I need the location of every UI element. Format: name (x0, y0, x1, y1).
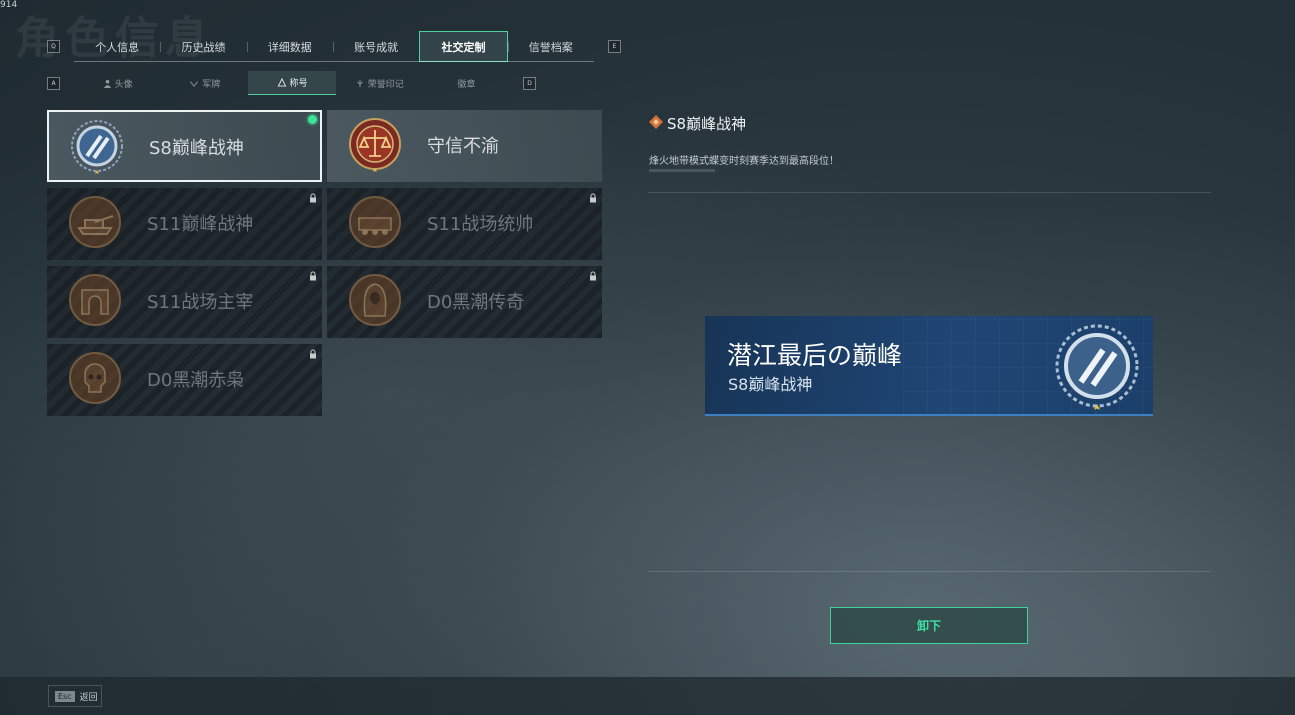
laurel-emblem-icon (71, 120, 123, 174)
subtab-avatar[interactable]: 头像 (74, 71, 161, 95)
title-card-keep-faith[interactable]: 守信不渝 (327, 110, 602, 182)
title-icon (277, 78, 286, 87)
subtab-left-key-hint: A (47, 77, 60, 90)
tab-reputation[interactable]: 信誉档案 (507, 31, 594, 62)
unequip-button[interactable]: 卸下 (830, 607, 1028, 644)
panel-divider-bottom (648, 571, 1211, 572)
dogtag-icon (190, 80, 199, 87)
title-name: S11战场主宰 (147, 292, 254, 313)
subtab-dogtag-label: 军牌 (202, 79, 221, 90)
subtab-badge[interactable]: 徽章 (423, 71, 510, 95)
main-tab-bar: 个人信息 历史战绩 详细数据 账号成就 社交定制 信誉档案 (74, 31, 594, 62)
tab-left-key-hint: Q (47, 40, 60, 53)
tab-history[interactable]: 历史战绩 (160, 31, 246, 62)
title-name: D0黑潮传奇 (427, 292, 525, 313)
title-card-s11-peak[interactable]: S11巅峰战神 (47, 188, 322, 260)
sub-tab-bar: 头像 军牌 称号 荣誉印记 徽章 (74, 71, 510, 95)
title-card-d0-legend[interactable]: D0黑潮传奇 (327, 266, 602, 338)
banner-bottom-line (705, 414, 1153, 416)
title-card-s11-commander[interactable]: S11战场统帅 (327, 188, 602, 260)
tab-divider (74, 61, 594, 62)
scales-emblem-icon (349, 118, 401, 172)
detail-progress-bar (649, 169, 715, 172)
subtab-title-label: 称号 (289, 79, 308, 89)
title-name: S11战场统帅 (427, 214, 534, 235)
tab-achievements[interactable]: 账号成就 (332, 31, 419, 62)
subtab-avatar-label: 头像 (114, 79, 133, 90)
title-card-d0-red-owl[interactable]: D0黑潮赤枭 (47, 344, 322, 416)
title-name: 守信不渝 (427, 136, 499, 157)
person-icon (103, 79, 111, 88)
diamond-icon (649, 115, 663, 129)
tab-social-custom[interactable]: 社交定制 (419, 31, 508, 62)
title-card-s8-peak[interactable]: S8巅峰战神 (47, 110, 322, 182)
title-banner-preview: 潜江最后の巅峰 S8巅峰战神 (705, 316, 1153, 416)
footer-bar (0, 677, 1295, 715)
detail-description: 烽火地带模式蝶变时刻赛季达到最高段位！ (649, 156, 839, 167)
subtab-badge-label: 徽章 (457, 79, 476, 90)
lock-icon (310, 193, 316, 203)
subtab-title[interactable]: 称号 (248, 71, 336, 95)
title-card-s11-dominator[interactable]: S11战场主宰 (47, 266, 322, 338)
detail-title: S8巅峰战神 (667, 115, 747, 133)
subtab-right-key-hint: D (523, 77, 536, 90)
tab-detailed-data[interactable]: 详细数据 (246, 31, 333, 62)
esc-key-hint: Esc (55, 690, 75, 702)
title-name: S11巅峰战神 (147, 214, 254, 235)
subtab-dogtag[interactable]: 军牌 (161, 71, 248, 95)
laurel-emblem-icon (1055, 324, 1139, 410)
back-button[interactable]: Esc 返回 (48, 685, 102, 707)
tank-emblem-icon (69, 196, 121, 248)
tab-personal-info[interactable]: 个人信息 (74, 31, 160, 62)
title-name: S8巅峰战神 (149, 138, 244, 159)
hooded-figure-emblem-icon (349, 274, 401, 326)
equipped-indicator (308, 115, 317, 124)
apc-emblem-icon (349, 196, 401, 248)
banner-title: 潜江最后の巅峰 (727, 341, 903, 370)
arch-emblem-icon (69, 274, 121, 326)
honor-icon (356, 79, 363, 87)
panel-divider-top (648, 192, 1211, 193)
tab-right-key-hint: E (608, 40, 621, 53)
back-label: 返回 (79, 692, 98, 703)
subtab-honor-mark[interactable]: 荣誉印记 (336, 71, 423, 95)
lock-icon (310, 271, 316, 281)
subtab-honor-label: 荣誉印记 (367, 79, 404, 90)
lock-icon (590, 271, 596, 281)
lock-icon (590, 193, 596, 203)
lock-icon (310, 349, 316, 359)
title-name: D0黑潮赤枭 (147, 370, 245, 391)
banner-subtitle: S8巅峰战神 (728, 375, 813, 394)
skull-emblem-icon (69, 352, 121, 404)
